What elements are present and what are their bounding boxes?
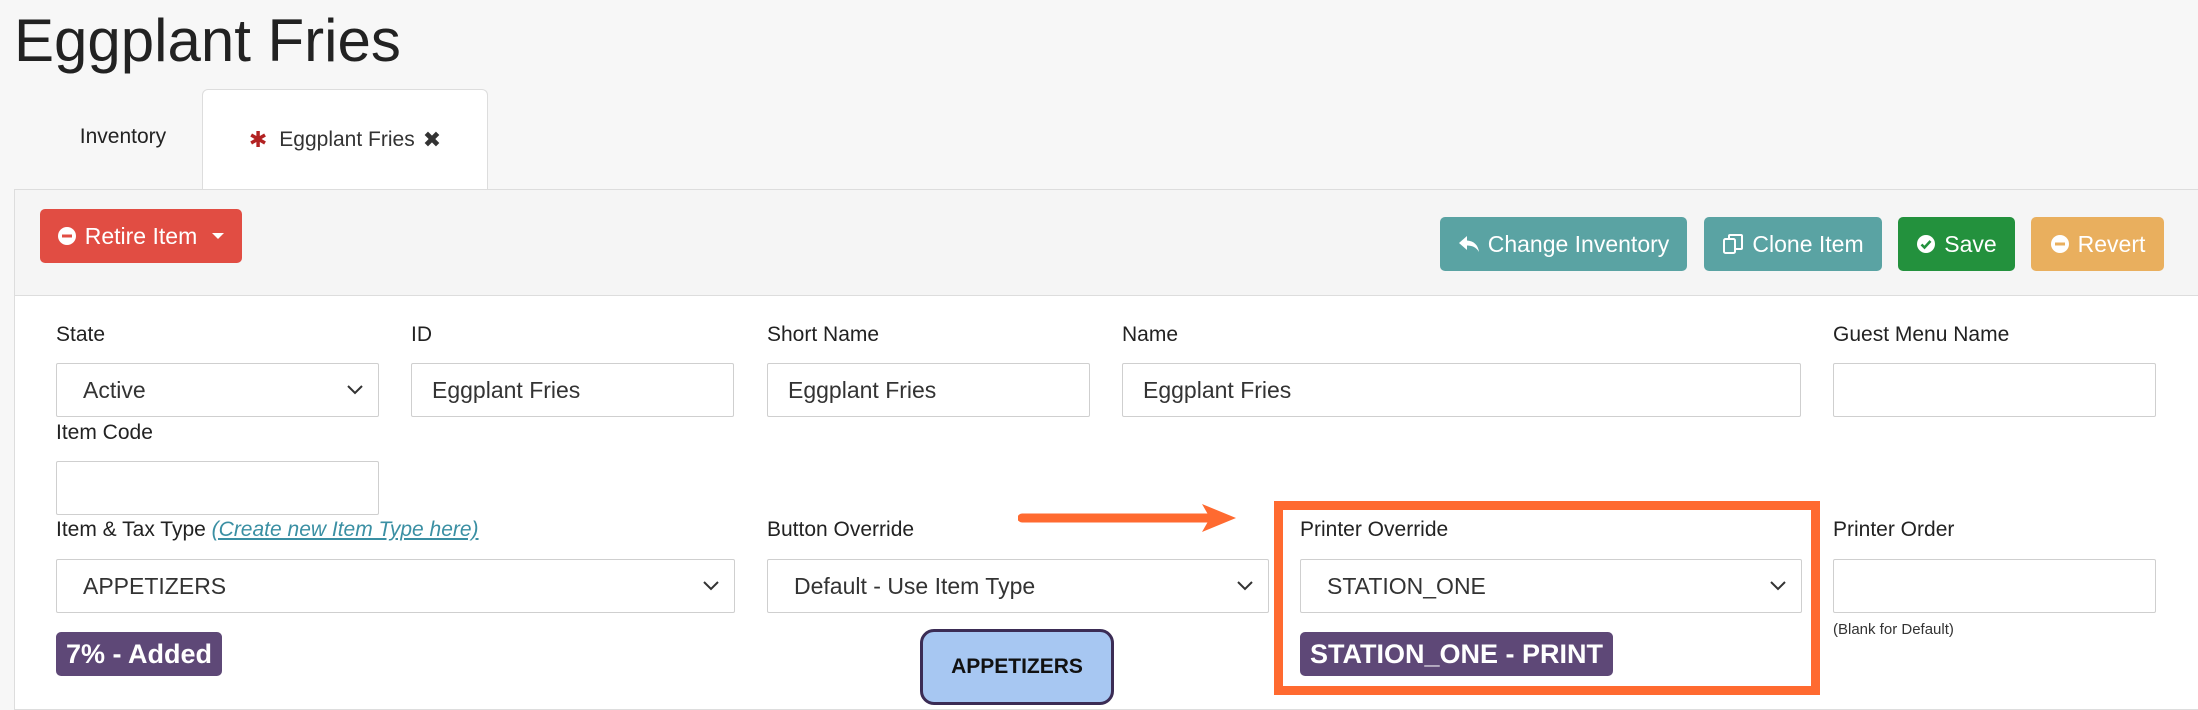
- button-preview: APPETIZERS: [920, 629, 1114, 705]
- button-override-select[interactable]: Default - Use Item Type: [767, 559, 1269, 613]
- short-name-input[interactable]: Eggplant Fries: [767, 363, 1090, 417]
- save-label: Save: [1944, 230, 1997, 257]
- change-inventory-label: Change Inventory: [1487, 230, 1670, 257]
- reply-icon: [1458, 236, 1479, 252]
- button-override-value: Default - Use Item Type: [794, 572, 1036, 599]
- printer-order-hint: (Blank for Default): [1833, 621, 1954, 638]
- name-label: Name: [1122, 323, 1179, 346]
- chevron-down-icon: [703, 581, 719, 591]
- chevron-down-icon: [347, 385, 363, 395]
- change-inventory-button[interactable]: Change Inventory: [1440, 217, 1687, 271]
- copy-icon: [1723, 234, 1744, 254]
- caret-down-icon: [212, 233, 225, 239]
- retire-item-label: Retire Item: [84, 222, 198, 249]
- save-button[interactable]: Save: [1898, 217, 2015, 271]
- revert-label: Revert: [2077, 230, 2146, 257]
- state-value: Active: [83, 376, 146, 403]
- id-label: ID: [411, 323, 432, 346]
- item-code-label: Item Code: [56, 421, 153, 444]
- button-override-label: Button Override: [767, 518, 915, 541]
- state-label: State: [56, 323, 106, 346]
- printer-order-input[interactable]: [1833, 559, 2156, 613]
- state-select[interactable]: Active: [56, 363, 379, 417]
- tab-eggplant-fries[interactable]: ✱ Eggplant Fries ✖: [202, 89, 488, 189]
- chevron-down-icon: [1237, 581, 1253, 591]
- revert-button[interactable]: Revert: [2031, 217, 2164, 271]
- id-input[interactable]: Eggplant Fries: [411, 363, 734, 417]
- check-circle-icon: [1917, 235, 1936, 253]
- name-input[interactable]: Eggplant Fries: [1122, 363, 1801, 417]
- short-name-label: Short Name: [767, 323, 880, 346]
- guest-menu-name-label: Guest Menu Name: [1833, 323, 2010, 346]
- item-code-input[interactable]: [56, 461, 379, 515]
- item-tax-type-value: APPETIZERS: [83, 572, 227, 599]
- annotation-highlight-box: [1274, 501, 1820, 695]
- item-tax-type-select[interactable]: APPETIZERS: [56, 559, 735, 613]
- create-item-type-link[interactable]: (Create new Item Type here): [212, 518, 479, 541]
- tab-label: Eggplant Fries: [279, 127, 415, 151]
- item-tax-type-label: Item & Tax Type: [56, 518, 206, 541]
- minus-circle-icon: [57, 227, 76, 245]
- modified-asterisk-icon: ✱: [248, 126, 268, 152]
- tax-rate-badge: 7% - Added: [56, 632, 223, 676]
- annotation-arrow-icon: [1018, 504, 1236, 532]
- clone-item-label: Clone Item: [1752, 230, 1864, 257]
- close-icon[interactable]: ✖: [423, 127, 441, 153]
- item-tax-type-label-row: Item & Tax Type (Create new Item Type he…: [56, 518, 479, 542]
- tab-inventory[interactable]: Inventory: [48, 110, 198, 164]
- retire-item-button[interactable]: Retire Item: [40, 209, 242, 263]
- clone-item-button[interactable]: Clone Item: [1704, 217, 1882, 271]
- guest-menu-name-input[interactable]: [1833, 363, 2156, 417]
- minus-circle-icon: [2050, 235, 2069, 253]
- page-title: Eggplant Fries: [14, 7, 401, 74]
- printer-order-label: Printer Order: [1833, 518, 1955, 541]
